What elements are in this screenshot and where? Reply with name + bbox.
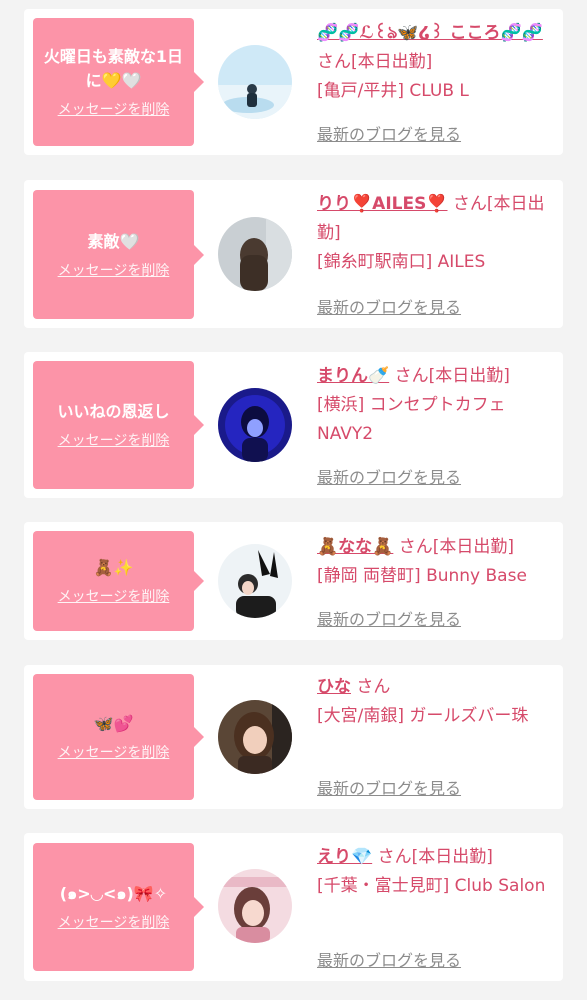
message-text: 🦋💕	[93, 714, 134, 733]
girl-name-link[interactable]: りり❣️AILES❣️	[317, 194, 448, 214]
message-text: 火曜日も素敵な1日に💛🤍	[43, 47, 184, 90]
message-text: 🧸✨	[93, 558, 134, 577]
girl-name-link[interactable]: ひな	[317, 677, 351, 697]
avatar[interactable]	[218, 217, 292, 291]
blog-link[interactable]: 最新のブログを見る	[317, 606, 461, 630]
delete-message-link[interactable]: メッセージを削除	[58, 430, 170, 450]
avatar[interactable]	[218, 45, 292, 119]
girl-info: りり❣️AILES❣️ さん[本日出勤] [錦糸町駅南口] AILES	[317, 190, 549, 277]
girl-info: ひな さん [大宮/南銀] ガールズバー珠	[317, 673, 549, 731]
message-card: 火曜日も素敵な1日に💛🤍 メッセージを削除 🧬🧬ℒ꒰ঌ🦋໒꒱ こころ🧬🧬 さん[…	[24, 9, 563, 155]
avatar[interactable]	[218, 388, 292, 462]
message-card: 素敵🤍 メッセージを削除 りり❣️AILES❣️ さん[本日出勤] [錦糸町駅南…	[24, 180, 563, 328]
message-bubble: 素敵🤍 メッセージを削除	[33, 190, 204, 319]
blog-link[interactable]: 最新のブログを見る	[317, 121, 461, 145]
status-text: さん[本日出勤]	[398, 537, 515, 557]
shop-name: [亀戸/平井] CLUB L	[317, 81, 469, 101]
delete-message-link[interactable]: メッセージを削除	[58, 742, 170, 762]
avatar[interactable]	[218, 700, 292, 774]
girl-info: 🧸なな🧸 さん[本日出勤] [静岡 両替町] Bunny Base	[317, 533, 549, 591]
message-bubble: いいねの恩返し メッセージを削除	[33, 361, 204, 489]
delete-message-link[interactable]: メッセージを削除	[58, 586, 170, 606]
message-text: (๑>◡<๑)🎀✧	[59, 884, 168, 903]
status-text: さん[本日出勤]	[377, 847, 493, 867]
girl-name-link[interactable]: まりん🍼	[317, 366, 389, 386]
delete-message-link[interactable]: メッセージを削除	[58, 99, 170, 119]
status-text: さん[本日出勤]	[317, 52, 433, 72]
message-bubble: 火曜日も素敵な1日に💛🤍 メッセージを削除	[33, 18, 204, 146]
shop-name: [横浜] コンセプトカフェNAVY2	[317, 395, 506, 444]
message-text: いいねの恩返し	[57, 402, 170, 421]
shop-name: [静岡 両替町] Bunny Base	[317, 566, 527, 586]
avatar[interactable]	[218, 869, 292, 943]
blog-link[interactable]: 最新のブログを見る	[317, 947, 461, 971]
avatar[interactable]	[218, 544, 292, 618]
message-card: 🦋💕 メッセージを削除 ひな さん [大宮/南銀] ガールズバー珠 最新のブログ…	[24, 665, 563, 809]
shop-name: [千葉・富士見町] Club Salon	[317, 876, 546, 896]
shop-name: [大宮/南銀] ガールズバー珠	[317, 706, 529, 726]
girl-name-link[interactable]: えり💎	[317, 847, 372, 867]
message-bubble: (๑>◡<๑)🎀✧ メッセージを削除	[33, 843, 204, 971]
blog-link[interactable]: 最新のブログを見る	[317, 464, 461, 488]
status-text: さん[本日出勤]	[394, 366, 510, 386]
blog-link[interactable]: 最新のブログを見る	[317, 294, 461, 318]
message-card: いいねの恩返し メッセージを削除 まりん🍼 さん[本日出勤] [横浜] コンセプ…	[24, 352, 563, 498]
girl-name-link[interactable]: 🧸なな🧸	[317, 537, 393, 557]
girl-info: 🧬🧬ℒ꒰ঌ🦋໒꒱ こころ🧬🧬 さん[本日出勤] [亀戸/平井] CLUB L	[317, 19, 549, 106]
message-bubble: 🦋💕 メッセージを削除	[33, 674, 204, 800]
girl-name-link[interactable]: 🧬🧬ℒ꒰ঌ🦋໒꒱ こころ🧬🧬	[317, 23, 543, 43]
girl-info: まりん🍼 さん[本日出勤] [横浜] コンセプトカフェNAVY2	[317, 362, 549, 449]
shop-name: [錦糸町駅南口] AILES	[317, 252, 486, 272]
message-text: 素敵🤍	[87, 231, 140, 251]
delete-message-link[interactable]: メッセージを削除	[58, 260, 170, 280]
message-card: (๑>◡<๑)🎀✧ メッセージを削除 えり💎 さん[本日出勤] [千葉・富士見町…	[24, 833, 563, 981]
status-text: さん	[356, 677, 391, 697]
blog-link[interactable]: 最新のブログを見る	[317, 775, 461, 799]
message-card: 🧸✨ メッセージを削除 🧸なな🧸 さん[本日出勤] [静岡 両替町] Bunny…	[24, 522, 563, 640]
message-bubble: 🧸✨ メッセージを削除	[33, 531, 204, 631]
girl-info: えり💎 さん[本日出勤] [千葉・富士見町] Club Salon	[317, 843, 549, 901]
delete-message-link[interactable]: メッセージを削除	[58, 912, 170, 932]
